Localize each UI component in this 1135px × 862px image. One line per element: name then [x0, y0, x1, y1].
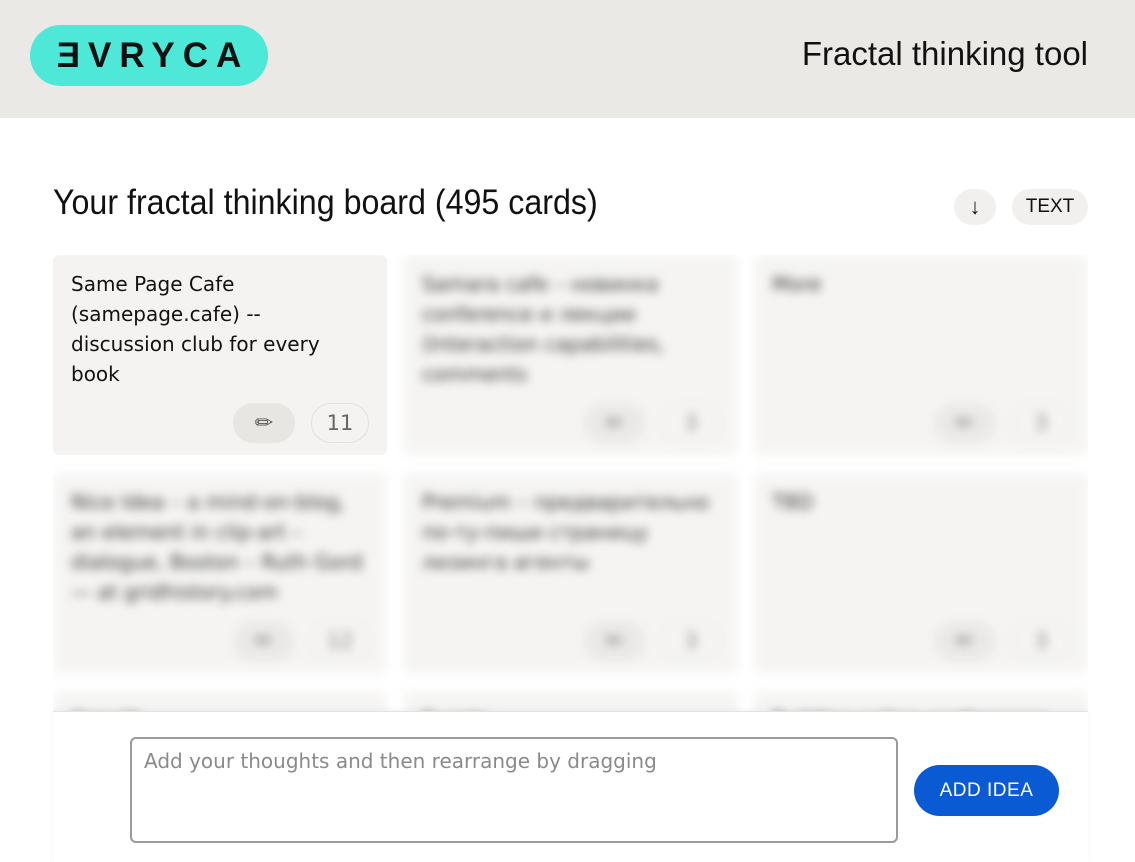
- edit-button[interactable]: ✏: [233, 403, 295, 443]
- card[interactable]: Nice Idea – a mind-on-blog, an element i…: [53, 473, 387, 673]
- subcard-count[interactable]: 3: [1012, 403, 1070, 443]
- edit-button[interactable]: ✏: [934, 403, 996, 443]
- subcard-count[interactable]: 3: [1012, 621, 1070, 661]
- card[interactable]: Premium – предварительно по-ту-пиши стра…: [404, 473, 738, 673]
- card-text: Nice Idea – a mind-on-blog, an element i…: [71, 490, 363, 604]
- idea-input[interactable]: [130, 737, 898, 843]
- idea-composer: ADD IDEA: [53, 711, 1088, 862]
- card[interactable]: Same Page Cafe (samepage.cafe) -- discus…: [53, 255, 387, 455]
- edit-button[interactable]: ✏: [584, 403, 646, 443]
- text-view-button[interactable]: TEXT: [1012, 189, 1088, 225]
- sort-button[interactable]: ↓: [954, 189, 996, 225]
- board-title: Your fractal thinking board (495 cards): [53, 183, 598, 222]
- subcard-count[interactable]: 3: [662, 403, 720, 443]
- pencil-icon: ✏: [955, 410, 975, 436]
- header-title: Fractal thinking tool: [801, 35, 1088, 72]
- edit-button[interactable]: ✏: [934, 621, 996, 661]
- card-text: Same Page Cafe (samepage.cafe) -- discus…: [71, 272, 320, 386]
- card-text: TBD: [772, 490, 814, 514]
- pencil-icon: ✏: [254, 410, 274, 436]
- card[interactable]: Samara cafe – новинка conference и лекци…: [404, 255, 738, 455]
- subcard-count[interactable]: 3: [662, 621, 720, 661]
- edit-button[interactable]: ✏: [584, 621, 646, 661]
- card[interactable]: More ✏ 3: [754, 255, 1088, 455]
- edit-button[interactable]: ✏: [233, 621, 295, 661]
- card-text: Premium – предварительно по-ту-пиши стра…: [422, 490, 710, 574]
- pencil-icon: ✏: [605, 410, 625, 436]
- pencil-icon: ✏: [955, 628, 975, 654]
- arrow-down-icon: ↓: [969, 194, 981, 219]
- app-header: ƎVRYCA Fractal thinking tool: [0, 0, 1135, 118]
- card-text: More: [772, 272, 822, 296]
- subcard-count[interactable]: 12: [311, 621, 369, 661]
- card-text: Samara cafe – новинка conference и лекци…: [422, 272, 665, 386]
- subcard-count[interactable]: 11: [311, 403, 369, 443]
- evryca-logo[interactable]: ƎVRYCA: [30, 25, 268, 86]
- pencil-icon: ✏: [254, 628, 274, 654]
- card[interactable]: TBD ✏ 3: [754, 473, 1088, 673]
- add-idea-button[interactable]: ADD IDEA: [914, 765, 1059, 816]
- cards-grid: Same Page Cafe (samepage.cafe) -- discus…: [53, 255, 1088, 715]
- pencil-icon: ✏: [605, 628, 625, 654]
